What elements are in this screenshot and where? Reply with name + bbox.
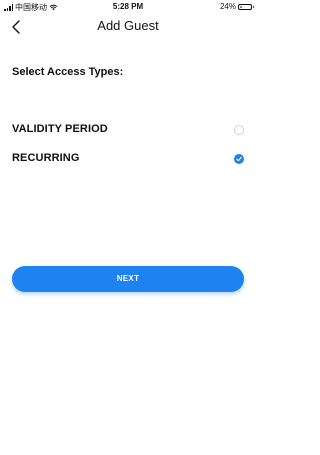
next-button[interactable]: NEXT bbox=[12, 266, 244, 292]
battery-percentage: 24% bbox=[219, 2, 236, 11]
option-recurring[interactable]: RECURRING bbox=[0, 148, 256, 170]
checkmark-icon bbox=[236, 156, 242, 162]
status-right: 24% bbox=[219, 2, 254, 11]
battery-icon bbox=[238, 3, 254, 10]
section-title: Select Access Types: bbox=[12, 66, 124, 78]
status-bar: 中国移动 5:28 PM 24% bbox=[0, 0, 256, 14]
battery-level bbox=[240, 5, 243, 8]
option-label: RECURRING bbox=[12, 152, 80, 164]
status-time: 5:28 PM bbox=[112, 2, 144, 11]
option-validity-period[interactable]: VALIDITY PERIOD bbox=[0, 119, 256, 141]
radio-checked-icon[interactable] bbox=[234, 154, 244, 164]
radio-unchecked-icon[interactable] bbox=[234, 125, 244, 135]
navigation-bar: Add Guest bbox=[0, 14, 256, 40]
page-title: Add Guest bbox=[97, 18, 159, 33]
option-label: VALIDITY PERIOD bbox=[12, 123, 108, 135]
